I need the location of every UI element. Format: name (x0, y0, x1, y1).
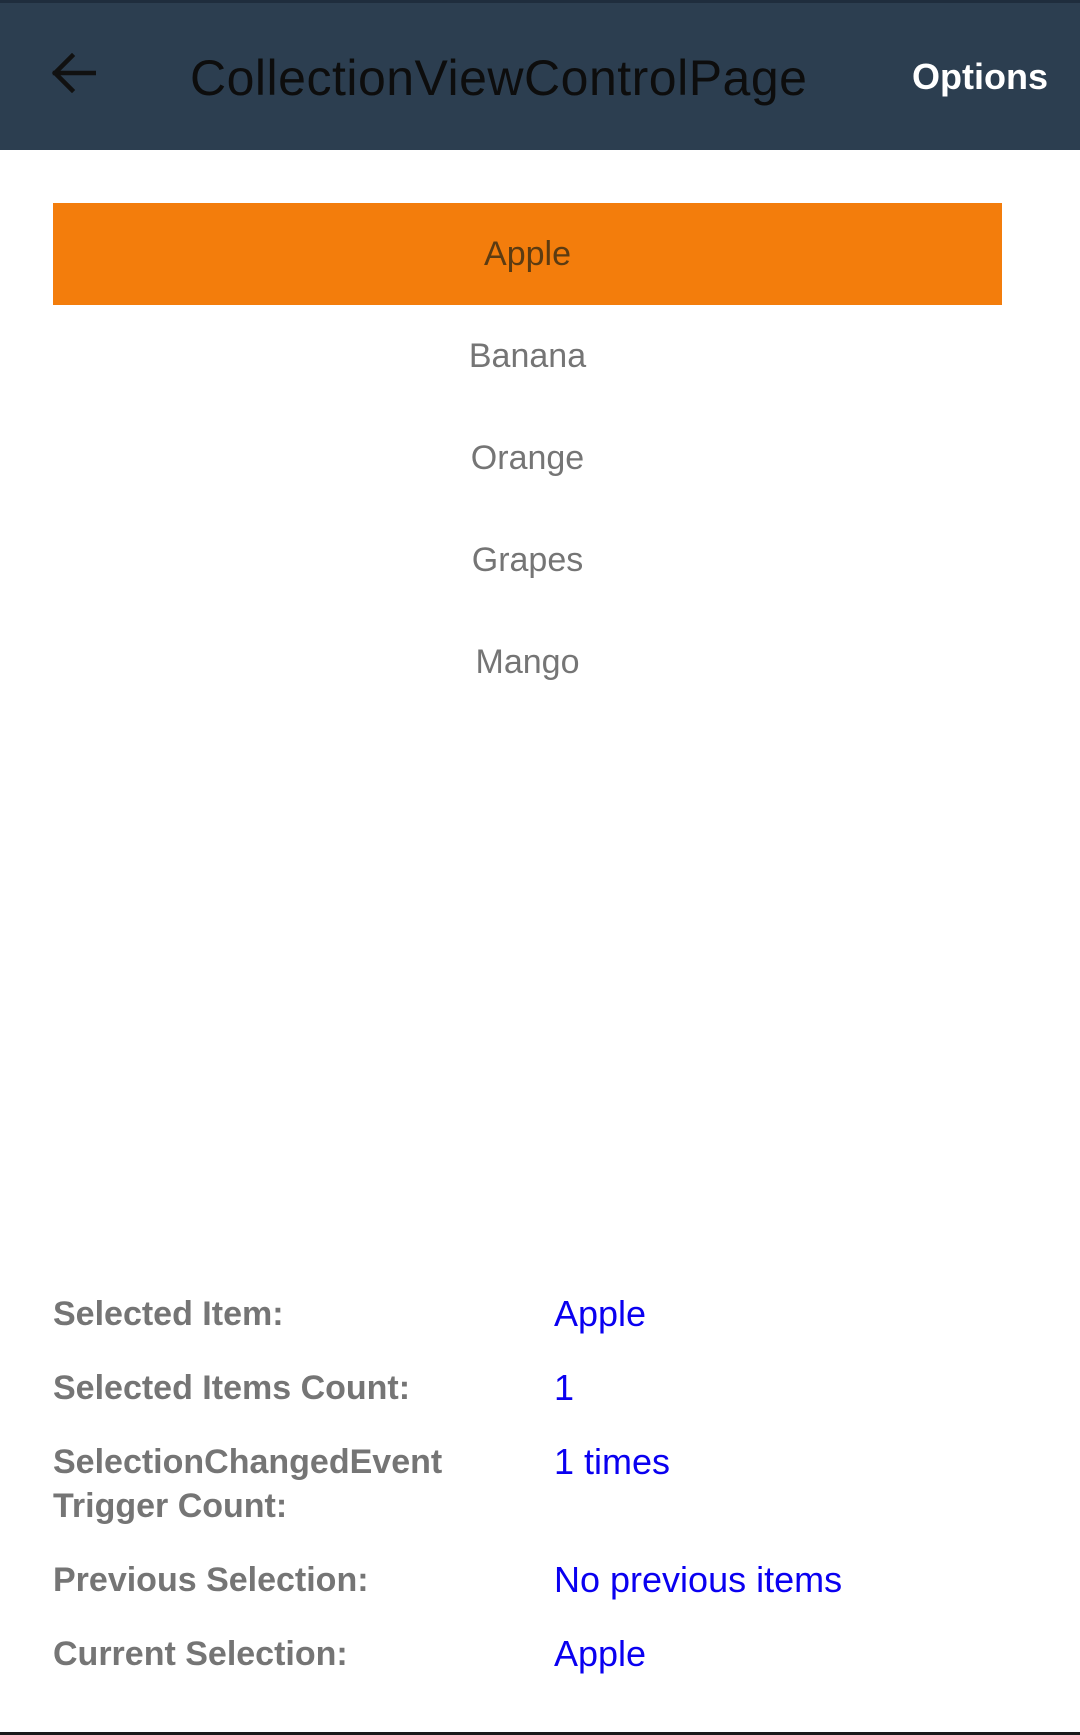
collection-item-apple[interactable]: Apple (53, 203, 1002, 305)
selected-count-value: 1 (554, 1367, 575, 1408)
back-button[interactable] (40, 42, 106, 108)
trigger-count-row: SelectionChangedEvent Trigger Count: 1 t… (53, 1440, 1033, 1528)
arrow-left-icon (50, 52, 97, 98)
collection-item-grapes[interactable]: Grapes (53, 509, 1002, 611)
selected-count-row: Selected Items Count: 1 (53, 1366, 1033, 1410)
collection-item-banana[interactable]: Banana (53, 305, 1002, 407)
selected-item-row: Selected Item: Apple (53, 1292, 1033, 1336)
current-selection-row: Current Selection: Apple (53, 1632, 1033, 1676)
collection-item-mango[interactable]: Mango (53, 611, 1002, 713)
top-edge-divider (0, 0, 1080, 3)
screen: CollectionViewControlPage Options Apple … (0, 0, 1080, 1735)
trigger-count-value: 1 times (554, 1441, 671, 1482)
collection-view[interactable]: Apple Banana Orange Grapes Mango (53, 203, 1002, 713)
previous-selection-row: Previous Selection: No previous items (53, 1558, 1033, 1602)
previous-selection-label: Previous Selection: (53, 1561, 369, 1599)
page-title: CollectionViewControlPage (190, 50, 808, 106)
options-button[interactable]: Options (912, 54, 1048, 100)
previous-selection-value: No previous items (554, 1559, 843, 1600)
current-selection-value: Apple (554, 1633, 647, 1674)
current-selection-label: Current Selection: (53, 1635, 348, 1673)
selection-info-panel: Selected Item: Apple Selected Items Coun… (53, 1292, 1033, 1706)
collection-item-orange[interactable]: Orange (53, 407, 1002, 509)
selected-count-label: Selected Items Count: (53, 1369, 411, 1407)
app-bar: CollectionViewControlPage Options (0, 0, 1080, 150)
trigger-count-label: SelectionChangedEvent Trigger Count: (53, 1443, 443, 1525)
selected-item-label: Selected Item: (53, 1295, 284, 1333)
selected-item-value: Apple (554, 1293, 647, 1334)
